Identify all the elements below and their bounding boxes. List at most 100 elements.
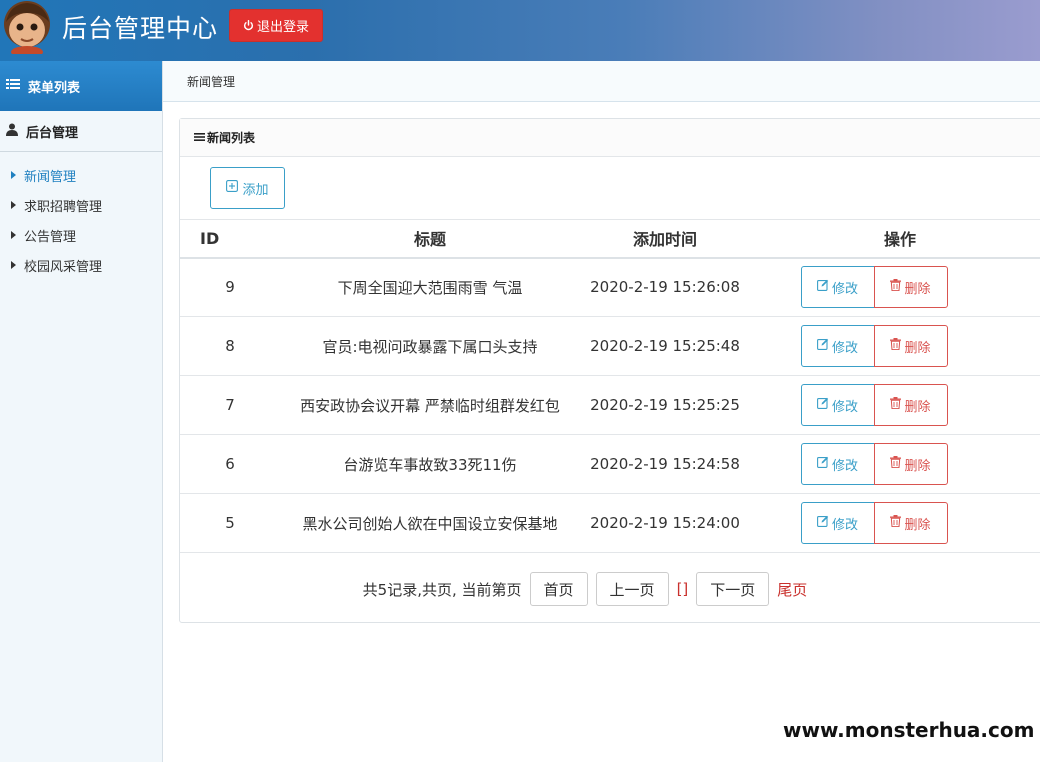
sidebar-group-label: 后台管理 [26, 125, 79, 141]
sidebar-item-campus[interactable]: 校园风采管理 [0, 250, 162, 280]
edit-button[interactable]: 修改 [800, 325, 875, 367]
top-header: 后台管理中心 退出登录 [0, 0, 1040, 61]
cell-actions: 修改 删除 [750, 434, 1040, 494]
edit-button[interactable]: 修改 [800, 443, 875, 485]
delete-button[interactable]: 删除 [873, 384, 948, 426]
delete-button[interactable]: 删除 [873, 266, 948, 309]
column-header-time: 添加时间 [580, 219, 750, 259]
column-header-actions: 操作 [750, 219, 1040, 259]
cell-time: 2020-2-19 15:24:58 [580, 434, 750, 494]
caret-right-icon [11, 171, 16, 179]
delete-button[interactable]: 删除 [873, 325, 948, 367]
sidebar-item-label: 公告管理 [24, 229, 77, 245]
news-panel: 新闻列表 添加 ID 标题 添加时间 操作 9 下周全国迎大范围雨雪 气温 20… [179, 118, 1040, 623]
edit-label: 修改 [831, 517, 858, 533]
edit-button[interactable]: 修改 [800, 384, 875, 426]
cell-time: 2020-2-19 15:24:00 [580, 493, 750, 553]
edit-label: 修改 [831, 340, 858, 356]
add-label: 添加 [242, 182, 269, 198]
pager-prev-button[interactable]: 上一页 [595, 572, 669, 606]
cell-id: 5 [180, 493, 280, 553]
caret-right-icon [11, 201, 16, 209]
menu-icon [194, 131, 205, 145]
plus-square-icon [226, 180, 239, 196]
delete-button[interactable]: 删除 [873, 443, 948, 485]
sidebar-heading: 菜单列表 [0, 61, 162, 111]
caret-right-icon [11, 261, 16, 269]
news-table: ID 标题 添加时间 操作 9 下周全国迎大范围雨雪 气温 2020-2-19 … [180, 219, 1040, 553]
cell-time: 2020-2-19 15:25:25 [580, 375, 750, 435]
sidebar-item-jobs[interactable]: 求职招聘管理 [0, 190, 162, 220]
action-group: 修改 删除 [750, 325, 1040, 367]
cell-time: 2020-2-19 15:25:48 [580, 316, 750, 376]
trash-icon [890, 397, 902, 413]
edit-label: 修改 [831, 281, 858, 297]
edit-label: 修改 [831, 399, 858, 415]
trash-icon [890, 456, 902, 472]
sidebar: 菜单列表 后台管理 新闻管理 求职招聘管理 公告管理 校园风采管理 [0, 61, 163, 762]
cell-title: 下周全国迎大范围雨雪 气温 [280, 257, 580, 317]
sidebar-item-news[interactable]: 新闻管理 [0, 160, 162, 190]
add-button[interactable]: 添加 [210, 167, 285, 209]
sidebar-item-label: 新闻管理 [24, 169, 77, 185]
edit-icon [817, 456, 829, 472]
pager-last-link[interactable]: 尾页 [777, 579, 807, 600]
breadcrumb: 新闻管理 [163, 61, 1040, 102]
cell-title: 西安政协会议开幕 严禁临时组群发红包 [280, 375, 580, 435]
pagination: 共5记录,共页, 当前第页 首页 上一页 [] 下一页 尾页 [180, 571, 1040, 607]
power-icon [243, 20, 254, 31]
watermark: www.monsterhua.com [783, 718, 1035, 742]
trash-icon [890, 338, 902, 354]
delete-label: 删除 [904, 340, 931, 356]
table-row: 6 台游览车事故致33死11伤 2020-2-19 15:24:58 修改 删除 [180, 434, 1040, 494]
cell-title: 官员:电视问政暴露下属口头支持 [280, 316, 580, 376]
table-row: 7 西安政协会议开幕 严禁临时组群发红包 2020-2-19 15:25:25 … [180, 375, 1040, 435]
pager-pages-link[interactable]: [] [677, 580, 689, 598]
cell-id: 7 [180, 375, 280, 435]
sidebar-heading-label: 菜单列表 [28, 80, 81, 96]
delete-label: 删除 [904, 517, 931, 533]
delete-button[interactable]: 删除 [873, 502, 948, 544]
table-row: 5 黑水公司创始人欲在中国设立安保基地 2020-2-19 15:24:00 修… [180, 493, 1040, 553]
delete-label: 删除 [904, 399, 931, 415]
action-group: 修改 删除 [750, 443, 1040, 485]
cell-title: 黑水公司创始人欲在中国设立安保基地 [280, 493, 580, 553]
sidebar-item-label: 求职招聘管理 [24, 199, 103, 215]
cell-actions: 修改 删除 [750, 493, 1040, 553]
sidebar-nav: 新闻管理 求职招聘管理 公告管理 校园风采管理 [0, 152, 162, 280]
pager-first-button[interactable]: 首页 [529, 572, 588, 606]
cell-time: 2020-2-19 15:26:08 [580, 257, 750, 317]
cell-actions: 修改 删除 [750, 375, 1040, 435]
delete-label: 删除 [904, 458, 931, 474]
edit-icon [817, 279, 829, 295]
cell-title: 台游览车事故致33死11伤 [280, 434, 580, 494]
edit-button[interactable]: 修改 [800, 502, 875, 544]
edit-icon [817, 515, 829, 531]
column-header-id: ID [180, 219, 280, 259]
sidebar-item-label: 校园风采管理 [24, 259, 103, 275]
sidebar-item-notices[interactable]: 公告管理 [0, 220, 162, 250]
trash-icon [890, 515, 902, 531]
edit-label: 修改 [831, 458, 858, 474]
edit-button[interactable]: 修改 [800, 266, 875, 309]
table-row: 8 官员:电视问政暴露下属口头支持 2020-2-19 15:25:48 修改 [180, 316, 1040, 376]
cell-actions: 修改 删除 [750, 316, 1040, 376]
caret-right-icon [11, 231, 16, 239]
edit-icon [817, 338, 829, 354]
panel-heading: 新闻列表 [180, 119, 1040, 157]
pager-next-button[interactable]: 下一页 [696, 572, 770, 606]
delete-label: 删除 [904, 281, 931, 297]
app-title: 后台管理中心 [62, 14, 219, 43]
panel-title: 新闻列表 [207, 131, 256, 145]
logout-button[interactable]: 退出登录 [229, 9, 323, 42]
cell-actions: 修改 删除 [750, 257, 1040, 317]
table-row: 9 下周全国迎大范围雨雪 气温 2020-2-19 15:26:08 修改 删除 [180, 257, 1040, 317]
column-header-title: 标题 [280, 219, 580, 259]
breadcrumb-label: 新闻管理 [187, 74, 236, 89]
logout-label: 退出登录 [256, 20, 309, 35]
trash-icon [890, 279, 902, 295]
action-group: 修改 删除 [750, 502, 1040, 544]
sidebar-group-admin[interactable]: 后台管理 [0, 111, 162, 152]
action-group: 修改 删除 [750, 384, 1040, 426]
edit-icon [817, 397, 829, 413]
